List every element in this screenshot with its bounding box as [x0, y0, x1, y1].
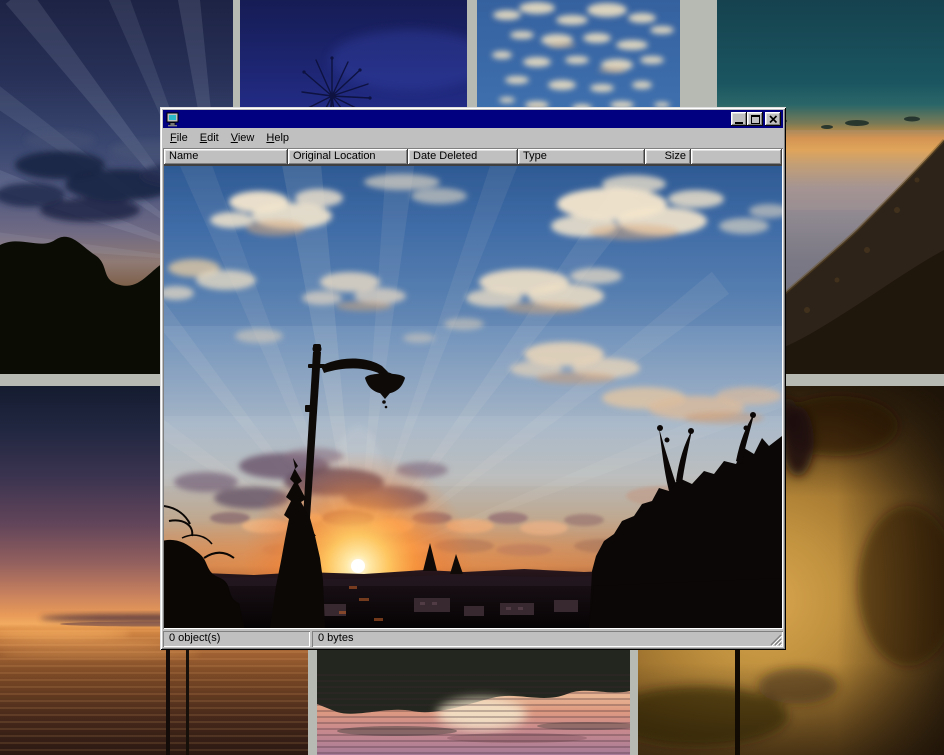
menu-bar: File Edit View Help	[163, 128, 783, 148]
maximize-button[interactable]	[747, 112, 763, 126]
column-header-name[interactable]: Name	[164, 149, 288, 165]
list-view[interactable]: Name Original Location Date Deleted Type…	[163, 148, 783, 629]
ripple-streaks	[317, 674, 630, 755]
menu-view[interactable]: View	[225, 130, 261, 147]
minimize-button[interactable]	[731, 112, 747, 126]
maximize-icon	[751, 115, 760, 124]
column-header-empty[interactable]	[691, 149, 782, 165]
column-header-row: Name Original Location Date Deleted Type…	[164, 149, 782, 166]
sunset-photo-art	[164, 166, 782, 628]
close-icon	[769, 115, 778, 124]
column-header-original-location[interactable]: Original Location	[288, 149, 408, 165]
menu-file[interactable]: File	[164, 130, 194, 147]
status-bytes: 0 bytes	[312, 631, 783, 647]
menu-edit[interactable]: Edit	[194, 130, 225, 147]
column-header-date-deleted[interactable]: Date Deleted	[408, 149, 518, 165]
sunset-lamp-photo	[164, 166, 782, 628]
column-header-size[interactable]: Size	[645, 149, 691, 165]
close-button[interactable]	[765, 112, 781, 126]
status-bar: 0 object(s) 0 bytes	[163, 630, 783, 647]
minimize-icon	[735, 122, 743, 124]
recycle-bin-window: File Edit View Help Name Original Locati…	[160, 107, 786, 650]
computer-icon	[165, 112, 181, 127]
desktop: { "window": { "title": "", "menu": ["Fil…	[0, 0, 944, 755]
resize-grip-icon[interactable]	[769, 633, 782, 646]
status-objects: 0 object(s)	[163, 631, 310, 647]
menu-help[interactable]: Help	[260, 130, 295, 147]
column-header-type[interactable]: Type	[518, 149, 645, 165]
titlebar[interactable]	[163, 110, 783, 128]
